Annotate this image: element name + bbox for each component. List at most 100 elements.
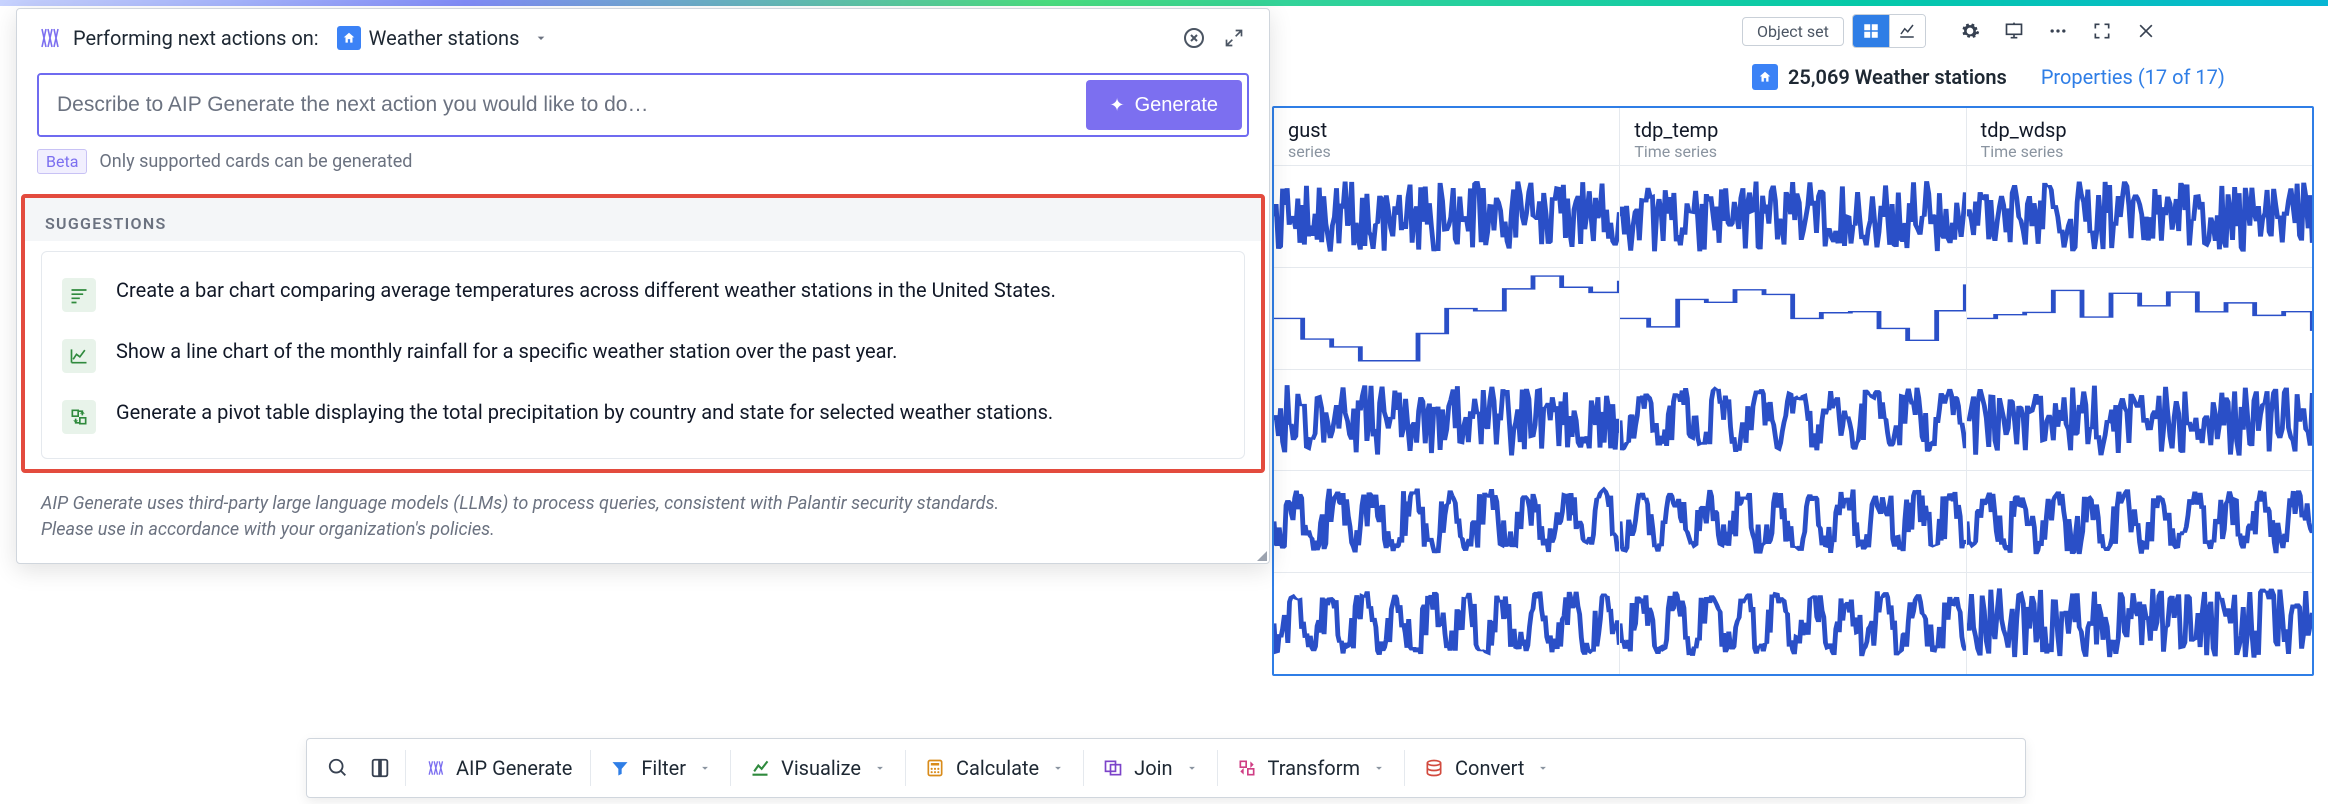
- suggestion-item-line-chart[interactable]: Show a line chart of the monthly rainfal…: [56, 324, 1230, 385]
- column-header[interactable]: gustseries: [1274, 108, 1619, 166]
- support-note: Only supported cards can be generated: [99, 151, 412, 172]
- object-type-label: Weather stations: [369, 26, 520, 50]
- caret-down-icon: [1372, 761, 1386, 775]
- more-horizontal-icon: [2048, 21, 2068, 41]
- close-workspace-button[interactable]: [2128, 15, 2164, 47]
- column-header[interactable]: tdp_tempTime series: [1620, 108, 1965, 166]
- disclaimer-line-2: Please use in accordance with your organ…: [41, 517, 1245, 543]
- timeseries-cell[interactable]: [1274, 573, 1619, 674]
- expand-icon: [2092, 21, 2112, 41]
- suggestion-item-bar-chart[interactable]: Create a bar chart comparing average tem…: [56, 264, 1230, 324]
- object-type-selector[interactable]: Weather stations: [329, 23, 558, 53]
- fullscreen-button[interactable]: [2084, 15, 2120, 47]
- suggestions-card: Create a bar chart comparing average tem…: [41, 251, 1245, 459]
- convert-icon: [1423, 757, 1445, 779]
- column-body: [1274, 166, 1619, 674]
- timeseries-cell[interactable]: [1620, 573, 1965, 674]
- convert-action[interactable]: Convert: [1409, 748, 1564, 788]
- aip-generate-icon: [424, 757, 446, 779]
- column-header[interactable]: tdp_wdspTime series: [1967, 108, 2312, 166]
- aip-prompt-input[interactable]: [39, 75, 1081, 135]
- timeseries-grid: gustseriestdp_tempTime seriestdp_wdspTim…: [1272, 106, 2314, 676]
- docs-button[interactable]: [359, 749, 401, 787]
- panel-resize-handle[interactable]: [1257, 551, 1267, 561]
- generate-button[interactable]: ✦ Generate: [1086, 80, 1242, 130]
- home-icon: [337, 26, 361, 50]
- timeseries-cell[interactable]: [1620, 370, 1965, 472]
- sparkline: [1274, 370, 1619, 471]
- object-set-pill[interactable]: Object set: [1742, 17, 1844, 46]
- column-title: gust: [1288, 118, 1605, 142]
- sparkline: [1274, 166, 1619, 267]
- transform-action[interactable]: Transform: [1222, 748, 1401, 788]
- suggestions-section: SUGGESTIONS Create a bar chart comparing…: [21, 194, 1265, 473]
- column-subtitle: Time series: [1634, 142, 1951, 161]
- timeseries-cell[interactable]: [1967, 573, 2312, 674]
- timeseries-cell[interactable]: [1967, 268, 2312, 370]
- caret-down-icon: [1536, 761, 1550, 775]
- column-subtitle: series: [1288, 142, 1605, 161]
- gear-icon: [1960, 21, 1980, 41]
- timeseries-cell[interactable]: [1620, 166, 1965, 268]
- bar-chart-icon: [62, 278, 96, 312]
- filter-icon: [609, 757, 631, 779]
- presentation-icon: [2004, 21, 2024, 41]
- search-icon: [327, 757, 349, 779]
- aip-subnote-row: Beta Only supported cards can be generat…: [17, 137, 1269, 194]
- toolbar-separator: [730, 750, 731, 786]
- timeseries-cell[interactable]: [1620, 471, 1965, 573]
- grid-icon: [1862, 22, 1880, 40]
- close-panel-button[interactable]: [1179, 23, 1209, 53]
- aip-header-label: Performing next actions on:: [73, 26, 319, 50]
- timeseries-cell[interactable]: [1967, 166, 2312, 268]
- timeseries-cell[interactable]: [1274, 166, 1619, 268]
- timeseries-cell[interactable]: [1274, 370, 1619, 472]
- sparkline: [1274, 268, 1619, 369]
- book-icon: [369, 757, 391, 779]
- action-label: Transform: [1268, 756, 1361, 780]
- suggestion-text: Create a bar chart comparing average tem…: [116, 276, 1056, 305]
- column-body: [1967, 166, 2312, 674]
- suggestion-text: Show a line chart of the monthly rainfal…: [116, 337, 897, 366]
- timeseries-cell[interactable]: [1967, 471, 2312, 573]
- timeseries-column: tdp_tempTime series: [1620, 108, 1966, 674]
- suggestion-text: Generate a pivot table displaying the to…: [116, 398, 1053, 427]
- suggestion-item-pivot-table[interactable]: Generate a pivot table displaying the to…: [56, 385, 1230, 446]
- sparkline: [1967, 573, 2312, 674]
- timeseries-cell[interactable]: [1274, 471, 1619, 573]
- aip-generate-panel: Performing next actions on: Weather stat…: [16, 8, 1270, 564]
- aip-generate-action[interactable]: AIP Generate: [410, 748, 586, 788]
- timeseries-cell[interactable]: [1620, 268, 1965, 370]
- more-button[interactable]: [2040, 15, 2076, 47]
- join-action[interactable]: Join: [1088, 748, 1212, 788]
- sparkline: [1274, 573, 1619, 674]
- column-title: tdp_wdsp: [1981, 118, 2298, 142]
- visualize-icon: [749, 757, 771, 779]
- present-button[interactable]: [1996, 15, 2032, 47]
- calculate-action[interactable]: Calculate: [910, 748, 1079, 788]
- caret-down-icon: [1051, 761, 1065, 775]
- action-label: Join: [1134, 756, 1172, 780]
- collapse-panel-button[interactable]: [1219, 23, 1249, 53]
- line-chart-icon: [1898, 22, 1916, 40]
- toolbar-separator: [405, 750, 406, 786]
- chart-view-button[interactable]: [1889, 15, 1925, 47]
- search-button[interactable]: [317, 749, 359, 787]
- collapse-icon: [1224, 28, 1244, 48]
- action-label: AIP Generate: [456, 756, 572, 780]
- filter-action[interactable]: Filter: [595, 748, 726, 788]
- sparkline: [1620, 573, 1965, 674]
- timeseries-column: tdp_wdspTime series: [1967, 108, 2312, 674]
- grid-view-button[interactable]: [1853, 15, 1889, 47]
- timeseries-cell[interactable]: [1967, 370, 2312, 472]
- action-label: Calculate: [956, 756, 1039, 780]
- visualize-action[interactable]: Visualize: [735, 748, 901, 788]
- sparkline: [1967, 268, 2312, 369]
- action-label: Visualize: [781, 756, 861, 780]
- timeseries-cell[interactable]: [1274, 268, 1619, 370]
- properties-link[interactable]: Properties (17 of 17): [2041, 65, 2225, 89]
- caret-down-icon: [533, 30, 549, 46]
- action-label: Convert: [1455, 756, 1524, 780]
- settings-button[interactable]: [1952, 15, 1988, 47]
- aip-logo-icon: [37, 26, 63, 50]
